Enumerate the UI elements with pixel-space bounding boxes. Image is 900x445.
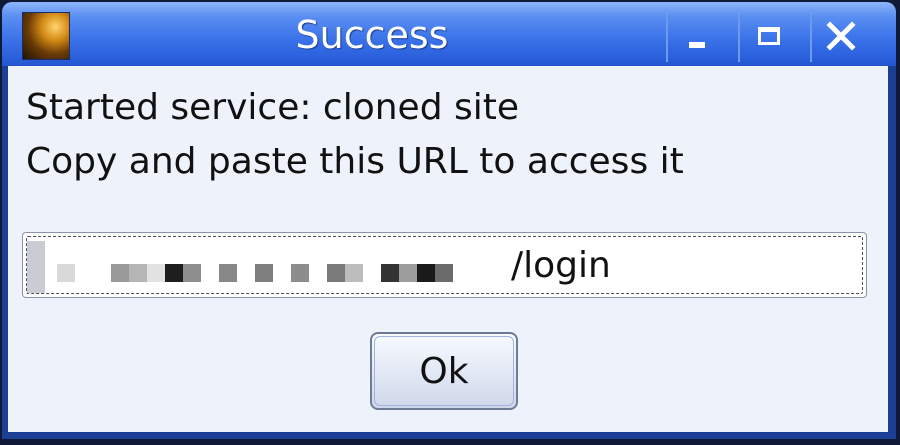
minimize-button[interactable] — [666, 10, 726, 62]
url-field[interactable] — [22, 232, 867, 298]
success-dialog: Success Started service: cloned site Cop… — [2, 2, 896, 439]
message-line-1: Started service: cloned site — [26, 87, 520, 128]
minimize-icon — [689, 42, 705, 48]
dialog-body: Started service: cloned site Copy and pa… — [8, 66, 888, 432]
maximize-icon — [758, 27, 780, 45]
close-button[interactable] — [810, 10, 870, 62]
window-title: Success — [295, 13, 449, 57]
url-input[interactable] — [31, 239, 859, 291]
maximize-button[interactable] — [738, 10, 798, 62]
message-line-2: Copy and paste this URL to access it — [26, 141, 684, 182]
title-bar[interactable]: Success — [2, 2, 896, 66]
close-icon — [826, 21, 856, 51]
ok-button[interactable]: Ok — [370, 332, 518, 410]
